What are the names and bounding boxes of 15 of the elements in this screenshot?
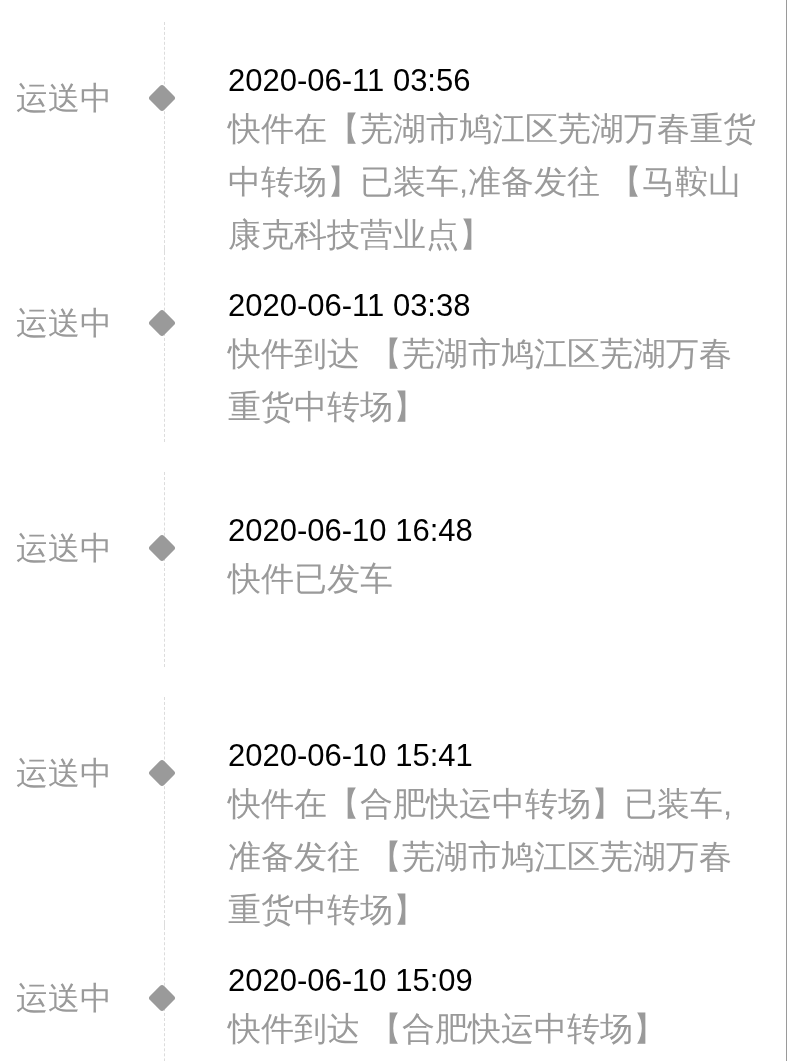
status-label: 运送中 [16,305,112,341]
event-description: 快件已发车 [228,559,394,599]
event-time: 2020-06-10 15:09 [228,962,473,1000]
event-description: 快件到达 【芜湖市鸠江区芜湖万春重货中转场】 [228,334,734,427]
event-description: 快件在【合肥快运中转场】已装车,准备发往 【芜湖市鸠江区芜湖万春重货中转场】 [228,784,734,930]
event-time: 2020-06-11 03:56 [228,62,471,100]
event-time: 2020-06-11 03:38 [228,287,471,325]
status-label: 运送中 [16,530,112,566]
event-time: 2020-06-10 16:48 [228,512,473,550]
status-label: 运送中 [16,755,112,791]
event-description: 快件在【芜湖市鸠江区芜湖万春重货中转场】已装车,准备发往 【马鞍山康克科技营业点】 [228,109,757,255]
status-label: 运送中 [16,80,112,116]
event-description: 快件到达 【合肥快运中转场】 [228,1009,668,1049]
event-time: 2020-06-10 15:41 [228,737,473,775]
status-label: 运送中 [16,980,112,1016]
